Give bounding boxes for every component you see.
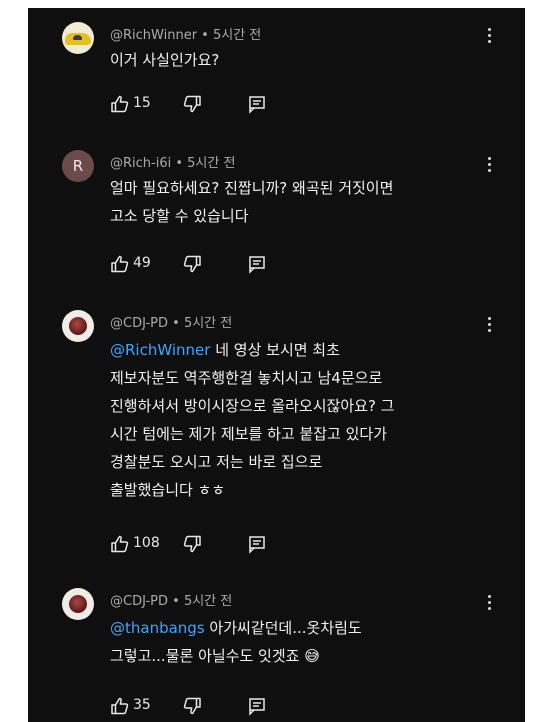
author-name[interactable]: @RichWinner xyxy=(110,28,197,43)
comment-actions: 108 xyxy=(110,534,310,554)
meta-separator: • xyxy=(171,156,188,171)
avatar[interactable] xyxy=(62,310,94,342)
more-options-icon[interactable] xyxy=(488,157,492,175)
like-count: 15 xyxy=(133,95,151,111)
thumbs-down-icon[interactable] xyxy=(182,94,202,114)
author-name[interactable]: @CDJ-PD xyxy=(110,316,168,331)
like-count: 108 xyxy=(133,535,160,551)
comment-time: 5시간 전 xyxy=(183,594,233,609)
author-name[interactable]: @Rich-i6i xyxy=(110,156,171,171)
more-options-icon[interactable] xyxy=(488,317,492,335)
comment-text: 이거 사실인가요? xyxy=(110,51,220,69)
mention-link[interactable]: @thanbangs xyxy=(110,619,205,637)
author-name[interactable]: @CDJ-PD xyxy=(110,594,168,609)
thumbs-up-icon[interactable] xyxy=(110,254,130,274)
meta-separator: • xyxy=(197,28,213,43)
comment-time: 5시간 전 xyxy=(187,156,236,171)
avatar[interactable] xyxy=(62,22,94,54)
red-circle-icon xyxy=(69,317,87,335)
thumbs-up-icon[interactable] xyxy=(110,94,130,114)
like-count: 49 xyxy=(133,255,151,271)
comment-meta: @Rich-i6i • 5시간 전 xyxy=(110,152,235,171)
avatar[interactable] xyxy=(62,588,94,620)
red-circle-icon xyxy=(69,595,87,613)
comment-text: 얼마 필요하세요? 진짭니까? 왜곡된 거짓이면 고소 당할 수 있습니다 xyxy=(110,179,394,225)
comment-actions: 49 xyxy=(110,254,310,274)
meta-separator: • xyxy=(168,594,184,609)
reply-icon[interactable] xyxy=(247,94,267,114)
thumbs-down-icon[interactable] xyxy=(182,254,202,274)
comment-meta: @RichWinner • 5시간 전 xyxy=(110,24,261,43)
comment-time: 5시간 전 xyxy=(212,28,262,43)
avatar[interactable]: R xyxy=(62,150,94,182)
comment-actions: 15 xyxy=(110,94,310,114)
reply-icon[interactable] xyxy=(247,254,267,274)
reply-icon[interactable] xyxy=(247,696,267,716)
comment-time: 5시간 전 xyxy=(183,316,233,331)
like-count: 35 xyxy=(133,697,151,713)
comment-actions: 35 xyxy=(110,696,310,716)
comment-text: @RichWinner 네 영상 보시면 최초 제보자분도 역주행한걸 놓치시고… xyxy=(110,341,395,499)
more-options-icon[interactable] xyxy=(488,28,492,46)
thumbs-down-icon[interactable] xyxy=(182,696,202,716)
more-options-icon[interactable] xyxy=(488,595,492,613)
thumbs-up-icon[interactable] xyxy=(110,534,130,554)
meta-separator: • xyxy=(168,316,184,331)
comment-thread: @RichWinner • 5시간 전 이거 사실인가요? 15 R @Rich… xyxy=(28,8,525,722)
mention-link[interactable]: @RichWinner xyxy=(110,341,210,359)
thumbs-down-icon[interactable] xyxy=(182,534,202,554)
comment-meta: @CDJ-PD • 5시간 전 xyxy=(110,312,232,331)
thumbs-up-icon[interactable] xyxy=(110,696,130,716)
reply-icon[interactable] xyxy=(247,534,267,554)
comment-meta: @CDJ-PD • 5시간 전 xyxy=(110,590,232,609)
comment-text: @thanbangs 아가씨같던데...옷차림도 그렇고...물론 아닐수도 잇… xyxy=(110,619,362,665)
